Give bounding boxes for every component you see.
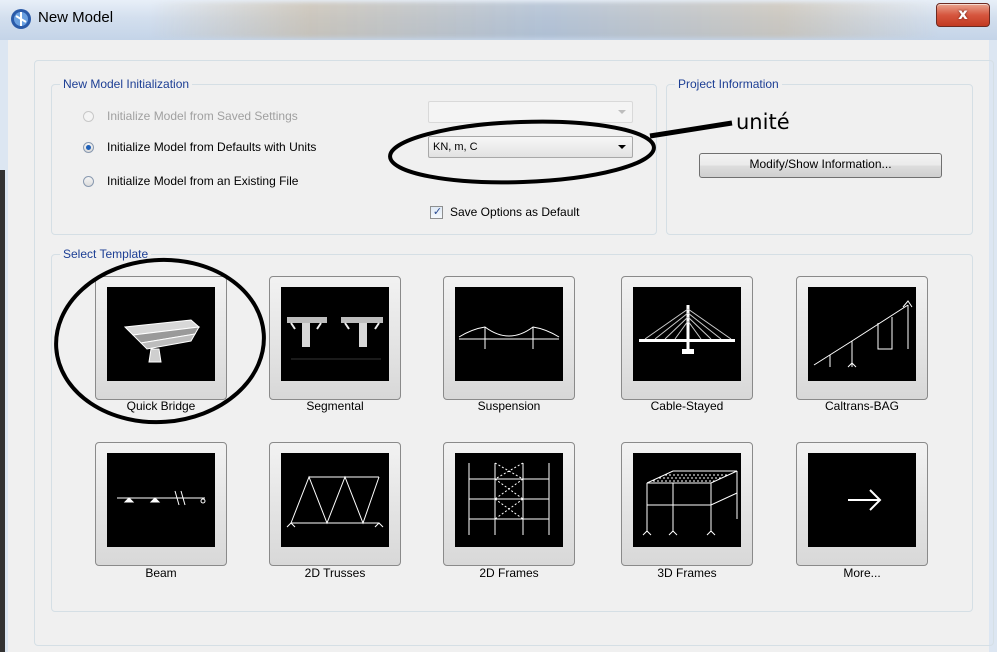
close-icon: x — [958, 5, 968, 23]
arrow-right-icon — [808, 453, 916, 547]
template-quick-bridge[interactable] — [95, 276, 227, 400]
tile-label: Caltrans-BAG — [824, 399, 900, 413]
2d-frames-icon — [455, 453, 563, 547]
chevron-down-icon — [618, 110, 626, 114]
checkmark-icon: ✓ — [432, 204, 443, 218]
units-dropdown[interactable]: KN, m, C — [428, 136, 633, 158]
save-default-label: Save Options as Default — [450, 205, 580, 219]
radio-saved-settings[interactable]: Initialize Model from Saved Settings — [83, 108, 298, 124]
3d-frames-icon — [633, 453, 741, 547]
caltrans-bag-icon — [808, 287, 916, 381]
app-icon — [11, 9, 31, 29]
template-2d-frames[interactable] — [443, 442, 575, 566]
saved-settings-dropdown[interactable] — [428, 101, 633, 123]
cable-stayed-icon — [633, 287, 741, 381]
modify-show-info-button[interactable]: Modify/Show Information... — [699, 153, 942, 178]
tile-label: Cable-Stayed — [650, 399, 724, 413]
save-default-checkbox-row[interactable]: ✓ Save Options as Default — [430, 205, 579, 219]
radio-button[interactable] — [83, 141, 94, 153]
title-bar[interactable]: New Model x — [0, 0, 997, 40]
initialization-group-title: New Model Initialization — [60, 77, 193, 91]
background-window-edge — [0, 170, 5, 652]
quick-bridge-icon — [107, 287, 215, 381]
chevron-down-icon — [618, 145, 626, 149]
template-cable-stayed[interactable] — [621, 276, 753, 400]
window-title: New Model — [38, 9, 114, 26]
tile-label: 3D Frames — [657, 566, 717, 580]
project-info-group-title: Project Information — [675, 77, 782, 91]
template-suspension[interactable] — [443, 276, 575, 400]
2d-trusses-icon — [281, 453, 389, 547]
background-window-blur — [150, 2, 940, 38]
template-2d-trusses[interactable] — [269, 442, 401, 566]
tile-label: Beam — [145, 566, 177, 580]
annotation-label: unité — [736, 110, 790, 134]
template-more[interactable] — [796, 442, 928, 566]
radio-label: Initialize Model from Saved Settings — [107, 109, 298, 123]
radio-button[interactable] — [83, 175, 94, 187]
segmental-icon — [281, 287, 389, 381]
template-segmental[interactable] — [269, 276, 401, 400]
save-default-checkbox[interactable]: ✓ — [430, 204, 443, 219]
tile-label: 2D Trusses — [304, 566, 366, 580]
new-model-dialog: New Model x New Model Initialization Ini… — [0, 0, 997, 652]
template-beam[interactable] — [95, 442, 227, 566]
tile-label: Suspension — [477, 399, 541, 413]
radio-defaults-with-units[interactable]: Initialize Model from Defaults with Unit… — [83, 139, 316, 155]
radio-label: Initialize Model from Defaults with Unit… — [107, 140, 317, 154]
template-group-title: Select Template — [60, 247, 152, 261]
radio-button[interactable] — [83, 110, 94, 122]
template-3d-frames[interactable] — [621, 442, 753, 566]
suspension-icon — [455, 287, 563, 381]
template-caltrans-bag[interactable] — [796, 276, 928, 400]
tile-label: 2D Frames — [479, 566, 539, 580]
units-value: KN, m, C — [433, 141, 478, 153]
radio-existing-file[interactable]: Initialize Model from an Existing File — [83, 173, 298, 189]
tile-label: Quick Bridge — [126, 399, 196, 413]
tile-label: More... — [843, 566, 881, 580]
tile-label: Segmental — [306, 399, 364, 413]
beam-icon — [107, 453, 215, 547]
close-button[interactable]: x — [936, 3, 990, 27]
radio-label: Initialize Model from an Existing File — [107, 174, 299, 188]
